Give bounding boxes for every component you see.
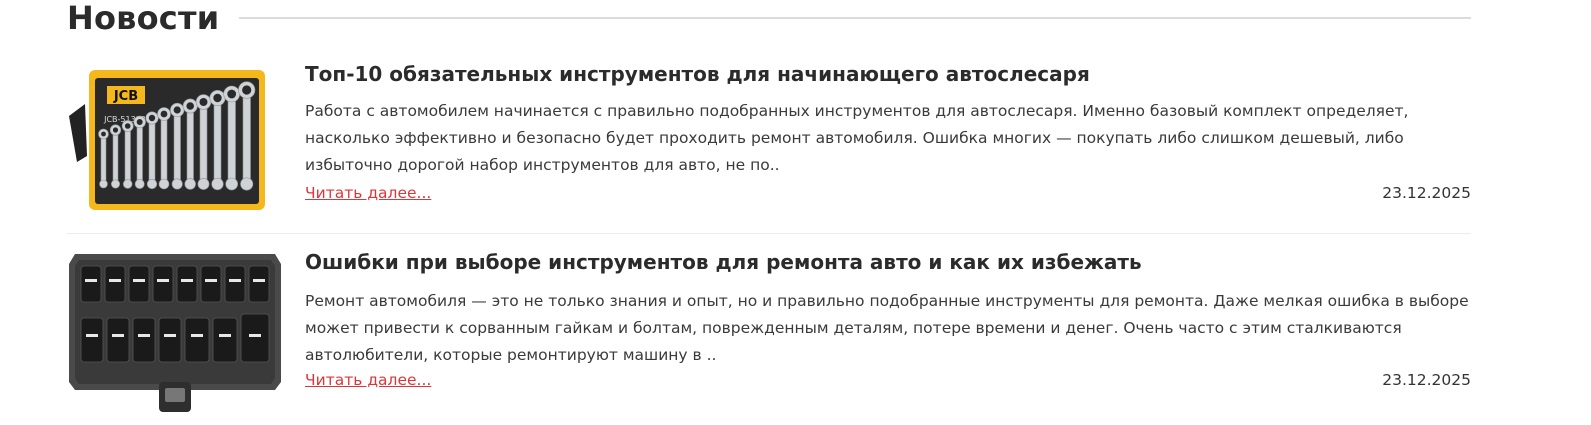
read-more-link[interactable]: Читать далее...: [305, 370, 431, 390]
news-excerpt: Ремонт автомобиля — это не только знания…: [305, 292, 1469, 364]
news-item: Ошибки при выборе инструментов для ремон…: [67, 244, 1471, 425]
news-section-header: Новости: [67, 0, 1471, 36]
news-date: 23.12.2025: [1382, 184, 1471, 202]
news-title[interactable]: Ошибки при выборе инструментов для ремон…: [305, 250, 1471, 274]
brand-logo: JCB: [113, 89, 138, 104]
section-title: Новости: [67, 0, 220, 37]
news-content: Топ-10 обязательных инструментов для нач…: [305, 56, 1471, 202]
divider: [239, 17, 1471, 19]
read-more-link[interactable]: Читать далее...: [305, 183, 431, 203]
socket-set-image[interactable]: [67, 244, 283, 425]
news-item: JCB JCB-51312 Топ-10 обязательных инстру…: [67, 56, 1471, 234]
news-date: 23.12.2025: [1382, 371, 1471, 389]
wrench-set-image[interactable]: JCB JCB-51312: [67, 56, 283, 216]
news-excerpt: Работа с автомобилем начинается с правил…: [305, 102, 1409, 174]
news-title[interactable]: Топ-10 обязательных инструментов для нач…: [305, 62, 1471, 86]
news-content: Ошибки при выборе инструментов для ремон…: [305, 244, 1471, 389]
